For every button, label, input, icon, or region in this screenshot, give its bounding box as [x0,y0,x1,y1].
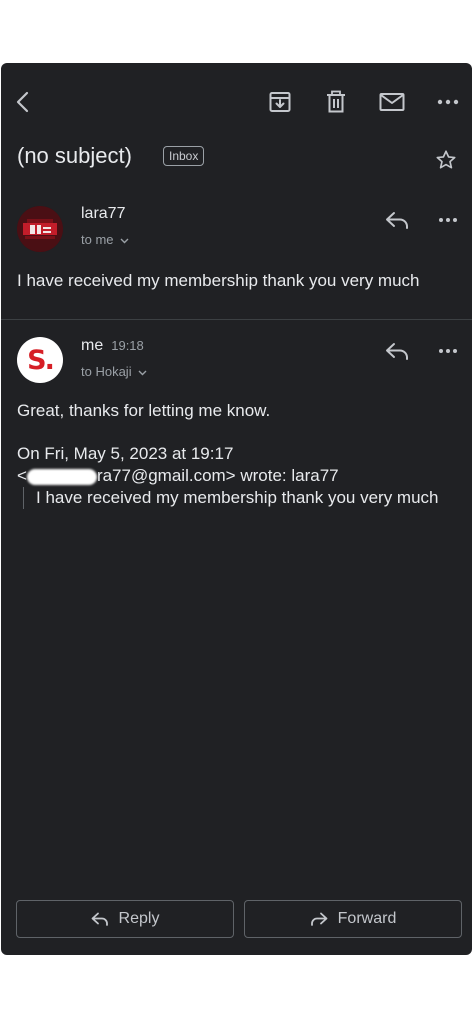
quoted-text: I have received my membership thank you … [23,487,462,509]
reply-icon[interactable] [384,338,410,364]
message-more-icon[interactable] [435,207,461,233]
recipient-line: to Hokaji [81,364,132,379]
message-divider [1,319,472,320]
avatar-letter: S. [27,344,55,376]
label-badge[interactable]: Inbox [163,146,205,166]
reply-button[interactable]: Reply [16,900,234,938]
recipient-line: to me [81,232,114,247]
reply-icon [91,912,109,926]
message-body: I have received my membership thank you … [17,271,420,290]
chevron-down-icon [138,370,147,376]
sender-avatar[interactable] [17,206,63,252]
my-avatar[interactable]: S. [17,337,63,383]
delete-icon[interactable] [323,89,349,115]
reply-label: Reply [118,910,160,927]
chevron-down-icon [120,238,129,244]
message-more-icon[interactable] [435,338,461,364]
redacted-email [26,468,97,485]
sender-name: me 19:18 [81,337,144,355]
back-icon[interactable] [11,89,37,115]
quote-header-date: On Fri, May 5, 2023 at 19:17 [17,444,234,463]
email-subject: (no subject) [17,143,132,168]
archive-icon[interactable] [267,89,293,115]
top-toolbar [1,63,472,143]
quote-sender-address[interactable]: ra77@gmail.com> wrote: lara77 [97,466,339,485]
sender-name: lara77 [81,205,126,222]
quote-header: On Fri, May 5, 2023 at 19:17 < ra77@gmail… [17,443,447,487]
forward-button[interactable]: Forward [244,900,462,938]
recipient-details[interactable]: to Hokaji [81,364,147,379]
email-view: (no subject) Inbox lara77 to me I have r… [1,63,472,955]
reply-icon[interactable] [384,207,410,233]
forward-icon [310,912,328,926]
message-time: 19:18 [111,338,144,353]
recipient-details[interactable]: to me [81,232,129,247]
sender-me: me [81,337,104,354]
message-body: Great, thanks for letting me know. [17,401,271,420]
subject-row: (no subject) Inbox [17,143,457,183]
quote-prefix: < [17,466,27,485]
star-icon[interactable] [435,149,457,171]
more-options-icon[interactable] [435,89,461,115]
quote-header-sender: < ra77@gmail.com> wrote: lara77 [17,465,447,487]
forward-label: Forward [337,910,397,927]
mark-unread-icon[interactable] [379,89,405,115]
